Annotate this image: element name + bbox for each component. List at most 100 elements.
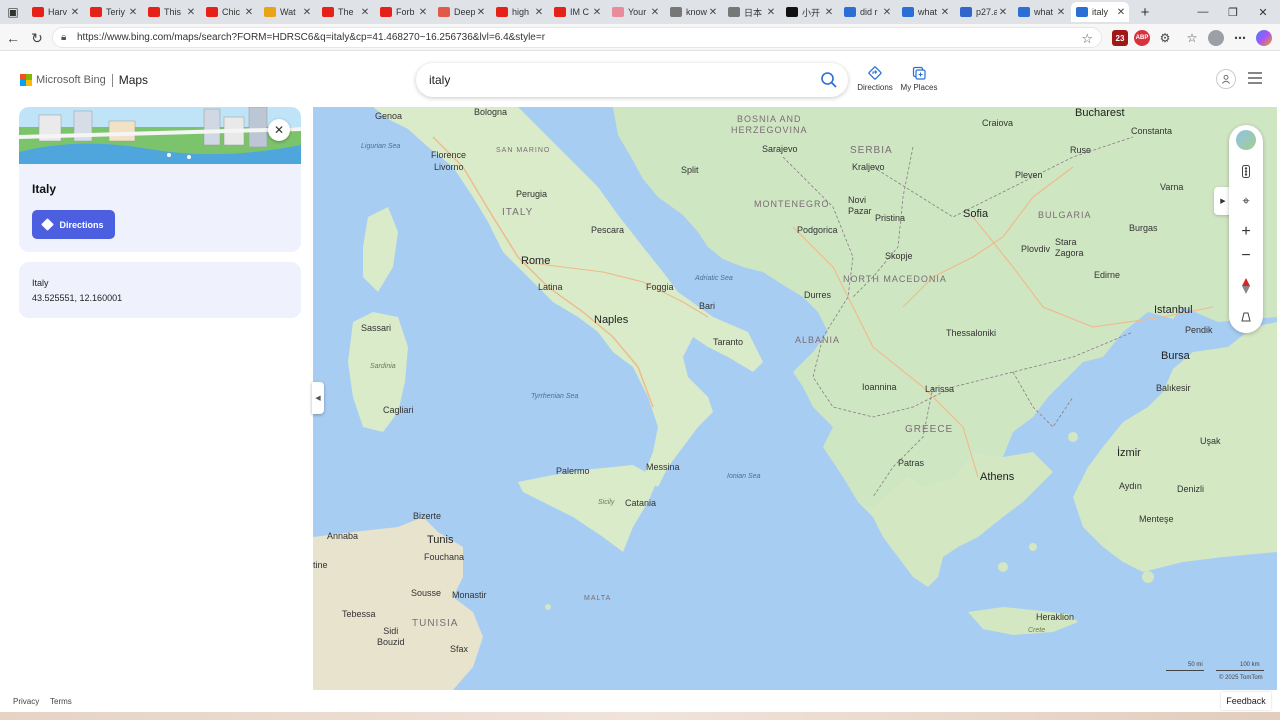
map-label-perugia[interactable]: Perugia [516, 189, 547, 199]
map-label-edirne[interactable]: Edirne [1094, 270, 1120, 280]
map-label-patras[interactable]: Patras [898, 458, 924, 468]
map-label-serbia[interactable]: SERBIA [850, 145, 893, 156]
map-label-sfax[interactable]: Sfax [450, 644, 468, 654]
browser-tab[interactable]: 小开 ✕ [781, 2, 837, 22]
map-label-tebessa[interactable]: Tebessa [342, 609, 376, 619]
close-tab-icon[interactable]: ✕ [765, 7, 777, 18]
map-label-naples[interactable]: Naples [594, 314, 628, 326]
map-label-split[interactable]: Split [681, 165, 699, 175]
search-input[interactable]: italy [416, 63, 848, 97]
map-label-mentese[interactable]: Menteşe [1139, 514, 1174, 524]
tab-actions-icon[interactable]: ▣ [4, 3, 22, 21]
map-label-ioannina[interactable]: Ioannina [862, 382, 897, 392]
map-label-monastir[interactable]: Monastir [452, 590, 487, 600]
tilt-icon[interactable] [1236, 307, 1256, 327]
map-canvas[interactable]: Genoa Bologna Florence Livorno SAN MARIN… [313, 107, 1277, 690]
close-tab-icon[interactable]: ✕ [533, 7, 545, 18]
map-label-sicily[interactable]: Sicily [598, 499, 614, 506]
close-tab-icon[interactable]: ✕ [649, 7, 661, 18]
map-label-pescara[interactable]: Pescara [591, 225, 624, 235]
map-label-livorno[interactable]: Livorno [434, 162, 464, 172]
close-tab-icon[interactable]: ✕ [823, 7, 835, 18]
traffic-icon[interactable] [1236, 161, 1256, 181]
restore-icon[interactable]: ❐ [1218, 2, 1248, 22]
browser-tab[interactable]: Chic ✕ [201, 2, 257, 22]
browser-tab[interactable]: Teriy ✕ [85, 2, 141, 22]
map-label-podgorica[interactable]: Podgorica [797, 225, 838, 235]
map-label-bari[interactable]: Bari [699, 301, 715, 311]
map-label-aydin[interactable]: Aydın [1119, 481, 1142, 491]
map-label-skopje[interactable]: Skopje [885, 251, 913, 261]
map-label-sassari[interactable]: Sassari [361, 323, 391, 333]
map-label-greece[interactable]: GREECE [905, 424, 953, 435]
map-label-san-marino[interactable]: SAN MARINO [496, 147, 550, 154]
map-label-fouchana[interactable]: Fouchana [424, 552, 464, 562]
browser-tab[interactable]: Wat ✕ [259, 2, 315, 22]
browser-tab[interactable]: italy ✕ [1071, 2, 1129, 22]
map-label-tine[interactable]: tine [313, 560, 328, 570]
map-label-taranto[interactable]: Taranto [713, 337, 743, 347]
map-label-malta[interactable]: MALTA [584, 595, 611, 602]
map-label-bucharest[interactable]: Bucharest [1075, 107, 1125, 119]
browser-tab[interactable]: did r ✕ [839, 2, 895, 22]
map-label-sidi-bouzid[interactable]: Sidi Bouzid [377, 626, 405, 648]
collapse-panel-button[interactable]: ◀ [312, 382, 324, 414]
map-label-sousse[interactable]: Sousse [411, 588, 441, 598]
browser-tab[interactable]: The ✕ [317, 2, 373, 22]
browser-tab[interactable]: high ✕ [491, 2, 547, 22]
map-label-burgas[interactable]: Burgas [1129, 223, 1158, 233]
map-label-bizerte[interactable]: Bizerte [413, 511, 441, 521]
map-label-bosnia[interactable]: BOSNIA AND HERZEGOVINA [731, 114, 808, 136]
map-label-foggia[interactable]: Foggia [646, 282, 674, 292]
close-tab-icon[interactable]: ✕ [185, 7, 197, 18]
map-label-usak[interactable]: Uşak [1200, 436, 1221, 446]
close-tab-icon[interactable]: ✕ [417, 7, 429, 18]
directions-button[interactable]: Directions [32, 210, 115, 239]
locate-me-icon[interactable]: ⌖ [1236, 191, 1256, 211]
search-icon[interactable] [820, 71, 838, 89]
map-label-sarajevo[interactable]: Sarajevo [762, 144, 798, 154]
browser-tab[interactable]: Forb ✕ [375, 2, 431, 22]
browser-tab[interactable]: IM C ✕ [549, 2, 605, 22]
map-label-latina[interactable]: Latina [538, 282, 563, 292]
my-places-button[interactable]: My Places [894, 66, 944, 92]
close-tab-icon[interactable]: ✕ [591, 7, 603, 18]
close-tab-icon[interactable]: ✕ [939, 7, 951, 18]
close-tab-icon[interactable]: ✕ [997, 7, 1009, 18]
map-label-annaba[interactable]: Annaba [327, 531, 358, 541]
close-tab-icon[interactable]: ✕ [69, 7, 81, 18]
copilot-icon[interactable] [1256, 30, 1272, 46]
map-label-balikesir[interactable]: Balıkesir [1156, 383, 1191, 393]
close-card-button[interactable]: ✕ [268, 119, 290, 141]
back-icon[interactable]: ← [3, 28, 23, 48]
map-label-larissa[interactable]: Larissa [925, 384, 954, 394]
favorites-icon[interactable]: ☆ [1184, 30, 1200, 46]
map-label-bulgaria[interactable]: BULGARIA [1038, 210, 1092, 220]
map-label-ruse[interactable]: Ruse [1070, 145, 1091, 155]
map-label-tunis[interactable]: Tunis [427, 534, 454, 546]
map-label-messina[interactable]: Messina [646, 462, 680, 472]
minimize-icon[interactable]: — [1188, 2, 1218, 22]
map-label-constanta[interactable]: Constanta [1131, 126, 1172, 136]
map-label-crete[interactable]: Crete [1028, 627, 1045, 634]
terms-link[interactable]: Terms [50, 697, 72, 706]
privacy-link[interactable]: Privacy [13, 697, 39, 706]
map-label-ligurian-sea[interactable]: Ligurian Sea [361, 143, 400, 150]
map-label-pendik[interactable]: Pendik [1185, 325, 1213, 335]
close-window-icon[interactable]: ✕ [1248, 2, 1278, 22]
browser-profile-avatar[interactable] [1208, 30, 1224, 46]
map-label-bologna[interactable]: Bologna [474, 107, 507, 117]
feedback-button[interactable]: Feedback [1221, 692, 1271, 710]
map-label-cagliari[interactable]: Cagliari [383, 405, 414, 415]
compass-icon[interactable] [1236, 276, 1256, 296]
map-label-denizli[interactable]: Denizli [1177, 484, 1204, 494]
map-label-ionian-sea[interactable]: Ionian Sea [727, 473, 760, 480]
map-label-izmir[interactable]: İzmir [1117, 447, 1141, 459]
browser-tab[interactable]: what ✕ [1013, 2, 1069, 22]
coordinates-value[interactable]: 43.525551, 12.160001 [32, 293, 122, 303]
browser-tab[interactable]: p27.a ✕ [955, 2, 1011, 22]
adblock-icon[interactable]: ABP [1134, 30, 1150, 46]
browser-tab[interactable]: Harv ✕ [27, 2, 83, 22]
hamburger-menu-icon[interactable] [1247, 71, 1263, 85]
map-label-montenegro[interactable]: MONTENEGRO [754, 199, 830, 209]
